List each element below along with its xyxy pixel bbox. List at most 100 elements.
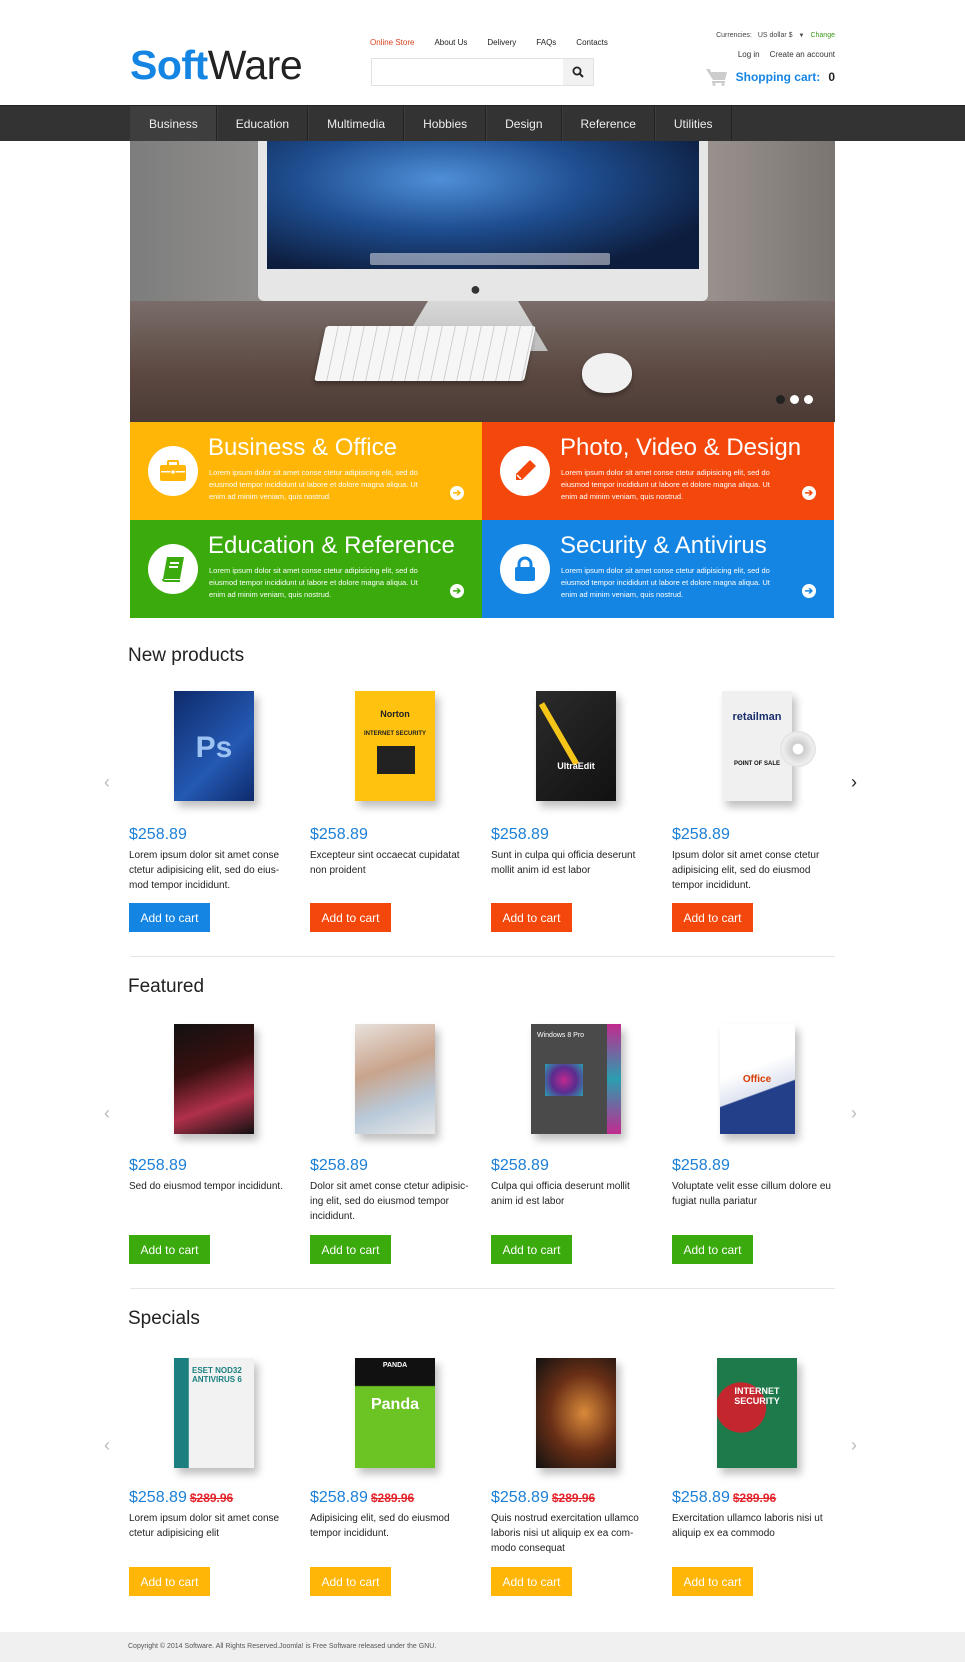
site-logo[interactable]: SoftWare [130, 40, 303, 90]
search-input[interactable] [372, 59, 563, 85]
shopping-cart[interactable]: Shopping cart: 0 [705, 68, 835, 86]
product-price: $258.89 [491, 826, 549, 843]
section-title-specials: Specials [128, 1308, 200, 1329]
footer: Copyright © 2014 Software. All Rights Re… [0, 1632, 965, 1662]
product-image[interactable]: Ps [129, 683, 299, 808]
top-menu-delivery[interactable]: Delivery [487, 38, 516, 47]
product-description: Lorem ipsum dolor sit amet conse ctetur … [129, 850, 280, 891]
nav-item-design[interactable]: Design [486, 106, 562, 142]
carousel-prev-arrow-icon[interactable]: ‹ [104, 1103, 110, 1124]
add-to-cart-button[interactable]: Add to cart [129, 903, 210, 932]
carousel-prev-arrow-icon[interactable]: ‹ [104, 772, 110, 793]
login-link[interactable]: Log in [738, 50, 760, 59]
product-description: Adipisicing elit, sed do eiusmod tempor … [310, 1513, 450, 1539]
slider-dot-3[interactable] [804, 395, 813, 404]
product-image[interactable]: PANDA Panda [310, 1350, 480, 1475]
search-button[interactable] [563, 59, 593, 85]
product-description: Voluptate velit esse cillum dolore eu fu… [672, 1181, 831, 1207]
tile-title: Education & Reference [208, 532, 455, 559]
product-image[interactable]: INTERNET SECURITY [672, 1350, 842, 1475]
logo-light-text: Ware [207, 42, 303, 88]
add-to-cart-button[interactable]: Add to cart [672, 1235, 753, 1264]
category-tile-photo[interactable]: Photo, Video & Design Lorem ipsum dolor … [482, 422, 834, 520]
apple-logo-icon: ● [470, 279, 481, 299]
product-image[interactable]: ESET NOD32 ANTIVIRUS 6 [129, 1350, 299, 1475]
tile-title: Security & Antivirus [560, 532, 767, 559]
briefcase-icon [148, 446, 198, 496]
product-image[interactable]: Windows 8 Pro [491, 1016, 661, 1141]
cart-icon [705, 69, 727, 86]
add-to-cart-button[interactable]: Add to cart [491, 1567, 572, 1596]
nav-item-business[interactable]: Business [130, 106, 217, 142]
product-price: $258.89 $289.96 [491, 1489, 595, 1507]
add-to-cart-button[interactable]: Add to cart [672, 903, 753, 932]
slider-dot-2[interactable] [790, 395, 799, 404]
arrow-right-icon[interactable]: ➔ [802, 486, 816, 500]
section-title-featured: Featured [128, 976, 205, 997]
account-links: Log in Create an account [738, 50, 835, 59]
price-current: $258.89 [672, 1489, 730, 1506]
product-image[interactable]: UltraEdit [491, 683, 661, 808]
top-menu-online-store[interactable]: Online Store [370, 38, 414, 47]
category-tile-security[interactable]: Security & Antivirus Lorem ipsum dolor s… [482, 520, 834, 618]
nav-item-hobbies[interactable]: Hobbies [404, 106, 487, 142]
product-price: $258.89 [672, 1157, 730, 1174]
section-divider [130, 956, 835, 957]
add-to-cart-button[interactable]: Add to cart [491, 903, 572, 932]
product-image[interactable] [129, 1016, 299, 1141]
category-tile-business[interactable]: Business & Office Lorem ipsum dolor sit … [130, 422, 482, 520]
product-price: $258.89 [129, 1157, 187, 1174]
slider-pagination [776, 395, 813, 404]
add-to-cart-button[interactable]: Add to cart [491, 1235, 572, 1264]
section-title-new-products: New products [128, 645, 245, 666]
add-to-cart-button[interactable]: Add to cart [129, 1235, 210, 1264]
product-description: Dolor sit amet conse ctetur adipisic-ing… [310, 1181, 469, 1222]
carousel-prev-arrow-icon[interactable]: ‹ [104, 1435, 110, 1456]
nav-item-multimedia[interactable]: Multimedia [308, 106, 405, 142]
arrow-right-icon[interactable]: ➔ [450, 486, 464, 500]
tile-title: Photo, Video & Design [560, 434, 802, 461]
currency-select[interactable]: US dollar $ [758, 32, 793, 39]
add-to-cart-button[interactable]: Add to cart [310, 1235, 391, 1264]
add-to-cart-button[interactable]: Add to cart [129, 1567, 210, 1596]
product-description: Excepteur sint occaecat cupidatat non pr… [310, 850, 460, 876]
nav-item-utilities[interactable]: Utilities [654, 106, 732, 142]
nav-item-education[interactable]: Education [216, 106, 309, 142]
product-image[interactable]: retailman POINT OF SALE [672, 683, 842, 808]
main-nav: Business Education Multimedia Hobbies De… [0, 105, 965, 142]
search-box [371, 58, 594, 86]
price-old: $289.96 [551, 1491, 596, 1505]
currency-change-button[interactable]: Change [810, 32, 835, 39]
add-to-cart-button[interactable]: Add to cart [310, 903, 391, 932]
product-price: $258.89 [491, 1157, 549, 1174]
hero-slider[interactable]: ● [130, 141, 835, 422]
add-to-cart-button[interactable]: Add to cart [672, 1567, 753, 1596]
chevron-down-icon[interactable]: ▼ [799, 33, 805, 39]
product-image[interactable]: Norton INTERNET SECURITY [310, 683, 480, 808]
product-image[interactable] [310, 1016, 480, 1141]
product-image[interactable]: Office [672, 1016, 842, 1141]
product-image[interactable] [491, 1350, 661, 1475]
carousel-next-arrow-icon[interactable]: › [851, 1435, 857, 1456]
product-description: Lorem ipsum dolor sit amet conse ctetur … [129, 1513, 280, 1539]
top-menu-about-us[interactable]: About Us [434, 38, 467, 47]
arrow-right-icon[interactable]: ➔ [802, 584, 816, 598]
slider-dot-1[interactable] [776, 395, 785, 404]
product-price: $258.89 [310, 1157, 368, 1174]
nav-item-reference[interactable]: Reference [561, 106, 655, 142]
top-menu-contacts[interactable]: Contacts [576, 38, 608, 47]
logo-bold-text: Soft [130, 42, 208, 88]
product-description: Exercitation ullamco laboris nisi ut ali… [672, 1513, 823, 1539]
currency-label: Currencies: [716, 32, 752, 39]
arrow-right-icon[interactable]: ➔ [450, 584, 464, 598]
carousel-next-arrow-icon[interactable]: › [851, 772, 857, 793]
carousel-next-arrow-icon[interactable]: › [851, 1103, 857, 1124]
create-account-link[interactable]: Create an account [770, 50, 835, 59]
category-tile-education[interactable]: Education & Reference Lorem ipsum dolor … [130, 520, 482, 618]
product-price: $258.89 $289.96 [672, 1489, 776, 1507]
search-icon [572, 66, 584, 78]
add-to-cart-button[interactable]: Add to cart [310, 1567, 391, 1596]
top-menu-faqs[interactable]: FAQs [536, 38, 556, 47]
pencil-icon [500, 446, 550, 496]
product-description: Ipsum dolor sit amet conse ctetur adipis… [672, 850, 820, 891]
